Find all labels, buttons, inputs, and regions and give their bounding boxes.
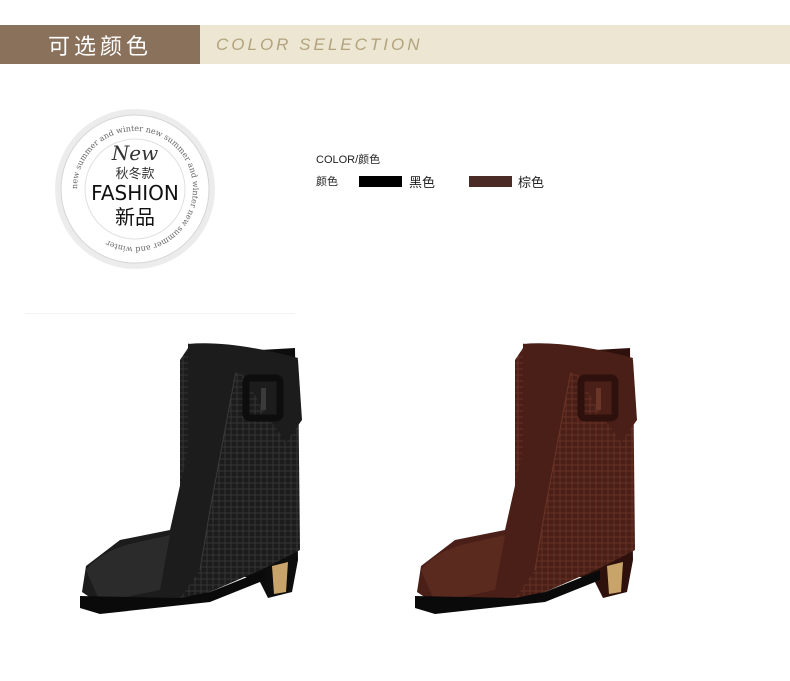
badge-new-script: New — [111, 141, 158, 165]
badge-fashion-text: FASHION — [91, 181, 179, 205]
product-image-brown-boot[interactable] — [395, 330, 655, 630]
legend-title: COLOR/颜色 — [316, 154, 381, 166]
product-image-black-boot[interactable] — [60, 330, 320, 630]
boot-buckle-prong — [261, 388, 266, 410]
legend-row: 颜色 黑色 棕色 — [316, 173, 576, 190]
color-name-black: 黑色 — [409, 175, 436, 190]
divider-line — [25, 313, 295, 314]
new-fashion-badge: new summer and winter new summer and win… — [55, 109, 215, 269]
header-title-block: 可选颜色 — [0, 25, 200, 64]
boot-heel-gold-trim — [607, 562, 623, 594]
section-header: 可选颜色 COLOR SELECTION — [0, 25, 790, 64]
header-title-en: COLOR SELECTION — [216, 34, 423, 54]
boot-heel-gold-trim — [272, 562, 288, 594]
legend-row-label: 颜色 — [316, 176, 338, 188]
badge-season-text: 秋冬款 — [115, 166, 154, 182]
badge-new-product-text: 新品 — [115, 205, 155, 229]
boot-buckle-prong — [596, 388, 601, 410]
color-name-brown: 棕色 — [518, 175, 545, 190]
color-swatch-black[interactable] — [359, 176, 402, 187]
color-swatch-brown[interactable] — [469, 176, 512, 187]
header-title-cn: 可选颜色 — [47, 34, 152, 60]
